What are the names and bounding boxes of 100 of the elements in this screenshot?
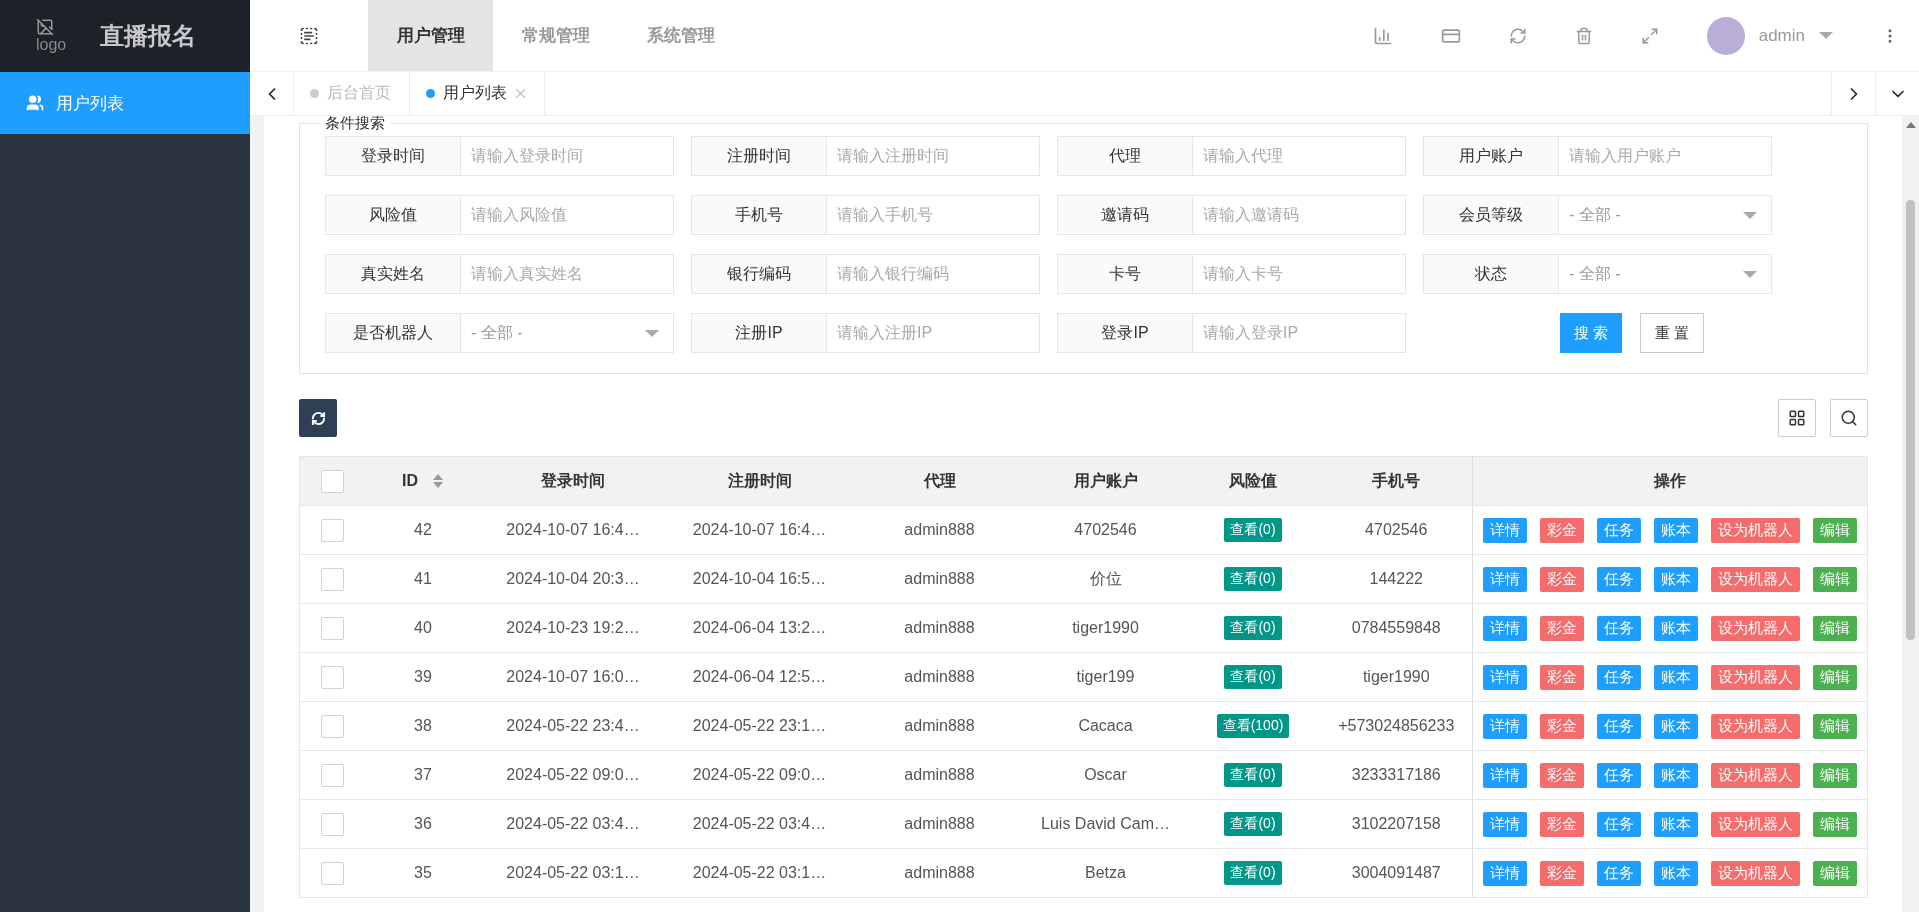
fullscreen-icon[interactable] (1640, 26, 1659, 45)
checkbox[interactable] (321, 812, 345, 836)
select-field[interactable]: - 全部 - (461, 313, 674, 353)
sort-icon[interactable] (432, 473, 444, 489)
user-name[interactable]: admin (1758, 25, 1805, 46)
sidebar-item[interactable]: 用户列表 (0, 72, 250, 134)
action-button[interactable]: 编辑 (1813, 762, 1857, 788)
select-field[interactable]: - 全部 - (1559, 195, 1772, 235)
checkbox[interactable] (321, 714, 345, 738)
action-button[interactable]: 详情 (1483, 860, 1527, 886)
action-button[interactable]: 详情 (1483, 811, 1527, 837)
select-field[interactable]: - 全部 - (1559, 254, 1772, 294)
input-field[interactable]: 请输入银行编码 (827, 254, 1040, 294)
action-button[interactable]: 编辑 (1813, 615, 1857, 641)
page-tab[interactable]: 用户列表 (410, 72, 545, 115)
risk-button[interactable]: 查看(0) (1224, 763, 1282, 787)
risk-button[interactable]: 查看(0) (1224, 567, 1282, 591)
action-button[interactable]: 彩金 (1540, 664, 1584, 690)
action-button[interactable]: 任务 (1597, 615, 1641, 641)
nav-tab[interactable]: 用户管理 (368, 0, 493, 71)
action-button[interactable]: 彩金 (1540, 762, 1584, 788)
action-button[interactable]: 详情 (1483, 762, 1527, 788)
input-field[interactable]: 请输入注册IP (827, 313, 1040, 353)
bar-chart-icon[interactable] (1372, 25, 1393, 46)
action-button[interactable]: 彩金 (1540, 566, 1584, 592)
checkbox[interactable] (321, 616, 345, 640)
action-button[interactable]: 彩金 (1540, 811, 1584, 837)
action-button[interactable]: 编辑 (1813, 713, 1857, 739)
action-button[interactable]: 设为机器人 (1711, 811, 1800, 837)
risk-button[interactable]: 查看(0) (1224, 616, 1282, 640)
action-button[interactable]: 编辑 (1813, 860, 1857, 886)
action-button[interactable]: 账本 (1654, 517, 1698, 543)
trash-icon[interactable] (1574, 26, 1593, 45)
search-button[interactable] (1830, 399, 1868, 437)
input-field[interactable]: 请输入用户账户 (1559, 136, 1772, 176)
risk-button[interactable]: 查看(0) (1224, 861, 1282, 885)
checkbox[interactable] (321, 518, 345, 542)
checkbox[interactable] (321, 665, 345, 689)
scrollbar-thumb[interactable] (1906, 200, 1915, 640)
action-button[interactable]: 编辑 (1813, 566, 1857, 592)
risk-button[interactable]: 查看(0) (1224, 518, 1282, 542)
input-field[interactable]: 请输入风险值 (461, 195, 674, 235)
action-button[interactable]: 账本 (1654, 566, 1698, 592)
action-button[interactable]: 任务 (1597, 860, 1641, 886)
input-field[interactable]: 请输入邀请码 (1193, 195, 1406, 235)
action-button[interactable]: 详情 (1483, 566, 1527, 592)
action-button[interactable]: 任务 (1597, 762, 1641, 788)
action-button[interactable]: 编辑 (1813, 664, 1857, 690)
action-button[interactable]: 账本 (1654, 664, 1698, 690)
nav-tab[interactable]: 常规管理 (493, 0, 618, 71)
refresh-icon[interactable] (1508, 26, 1527, 45)
action-button[interactable]: 编辑 (1813, 517, 1857, 543)
action-button[interactable]: 设为机器人 (1711, 615, 1800, 641)
input-field[interactable]: 请输入卡号 (1193, 254, 1406, 294)
action-button[interactable]: 设为机器人 (1711, 713, 1800, 739)
risk-button[interactable]: 查看(100) (1216, 714, 1290, 738)
action-button[interactable]: 详情 (1483, 664, 1527, 690)
input-field[interactable]: 请输入登录时间 (461, 136, 674, 176)
action-button[interactable]: 设为机器人 (1711, 762, 1800, 788)
page-tab[interactable]: 后台首页 (294, 72, 410, 115)
input-field[interactable]: 请输入登录IP (1193, 313, 1406, 353)
action-button[interactable]: 详情 (1483, 615, 1527, 641)
action-button[interactable]: 账本 (1654, 860, 1698, 886)
refresh-button[interactable] (299, 399, 337, 437)
checkbox[interactable] (321, 469, 345, 493)
action-button[interactable]: 设为机器人 (1711, 860, 1800, 886)
action-button[interactable]: 任务 (1597, 664, 1641, 690)
risk-button[interactable]: 查看(0) (1224, 812, 1282, 836)
input-field[interactable]: 请输入代理 (1193, 136, 1406, 176)
action-button[interactable]: 任务 (1597, 811, 1641, 837)
checkbox[interactable] (321, 567, 345, 591)
action-button[interactable]: 任务 (1597, 713, 1641, 739)
menu-toggle-icon[interactable] (299, 25, 319, 46)
action-button[interactable]: 设为机器人 (1711, 664, 1800, 690)
action-button[interactable]: 任务 (1597, 517, 1641, 543)
columns-button[interactable] (1778, 399, 1816, 437)
avatar[interactable] (1706, 16, 1745, 55)
action-button[interactable]: 编辑 (1813, 811, 1857, 837)
action-button[interactable]: 彩金 (1540, 713, 1584, 739)
column-header[interactable]: ID (365, 456, 481, 506)
input-field[interactable]: 请输入注册时间 (827, 136, 1040, 176)
input-field[interactable]: 请输入手机号 (827, 195, 1040, 235)
action-button[interactable]: 详情 (1483, 713, 1527, 739)
nav-tab[interactable]: 系统管理 (618, 0, 743, 71)
search-button[interactable]: 搜 索 (1560, 313, 1623, 353)
action-button[interactable]: 账本 (1654, 615, 1698, 641)
reset-button[interactable]: 重 置 (1640, 313, 1705, 353)
action-button[interactable]: 设为机器人 (1711, 566, 1800, 592)
checkbox[interactable] (321, 861, 345, 885)
action-button[interactable]: 彩金 (1540, 615, 1584, 641)
action-button[interactable]: 设为机器人 (1711, 517, 1800, 543)
input-field[interactable]: 请输入真实姓名 (461, 254, 674, 294)
action-button[interactable]: 任务 (1597, 566, 1641, 592)
action-button[interactable]: 彩金 (1540, 860, 1584, 886)
action-button[interactable]: 账本 (1654, 762, 1698, 788)
checkbox[interactable] (321, 763, 345, 787)
close-icon[interactable] (515, 88, 526, 99)
action-button[interactable]: 账本 (1654, 811, 1698, 837)
risk-button[interactable]: 查看(0) (1224, 665, 1282, 689)
scroll-up-arrow-icon[interactable] (1905, 122, 1916, 128)
